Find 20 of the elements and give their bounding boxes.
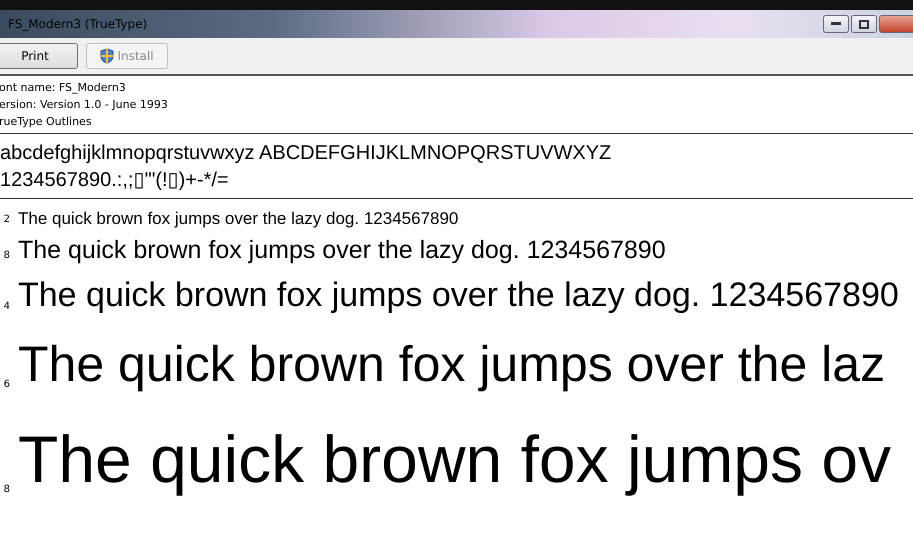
point-size-label: 8 xyxy=(2,250,10,262)
sample-text: The quick brown fox jumps over the lazy dog. 1234567890 xyxy=(18,235,666,266)
point-size-label: 6 xyxy=(2,379,10,390)
character-set-line: abcdefghijklmnopqrstuvwxyz ABCDEFGHIJKLMNOPQRSTUVWXYZ xyxy=(0,142,612,165)
point-size-label: 2 xyxy=(2,214,10,226)
shield-icon xyxy=(100,48,114,64)
sample-text: The quick brown fox jumps over the lazy dog. 1234567890 xyxy=(18,275,899,316)
print-button[interactable]: Print xyxy=(0,43,78,69)
sample-text: The quick brown fox jumps over the lazy dog. 1234567890 xyxy=(18,209,458,230)
window-title: FS_Modern3 (TrueType) xyxy=(8,17,148,31)
maximize-icon xyxy=(859,20,869,28)
point-size-label: 8 xyxy=(2,484,10,496)
sample-text: The quick brown fox jumps ov xyxy=(18,421,892,498)
minimize-icon xyxy=(831,22,841,26)
point-size-label: 4 xyxy=(2,301,10,312)
sample-text: The quick brown fox jumps over the laz xyxy=(18,335,886,394)
character-set-line: 1234567890.:,;▯'"(!▯)+-*/= xyxy=(0,168,230,192)
font-info-line: rueType Outlines xyxy=(0,114,93,130)
maximize-button[interactable] xyxy=(851,15,877,33)
minimize-button[interactable] xyxy=(823,15,849,33)
